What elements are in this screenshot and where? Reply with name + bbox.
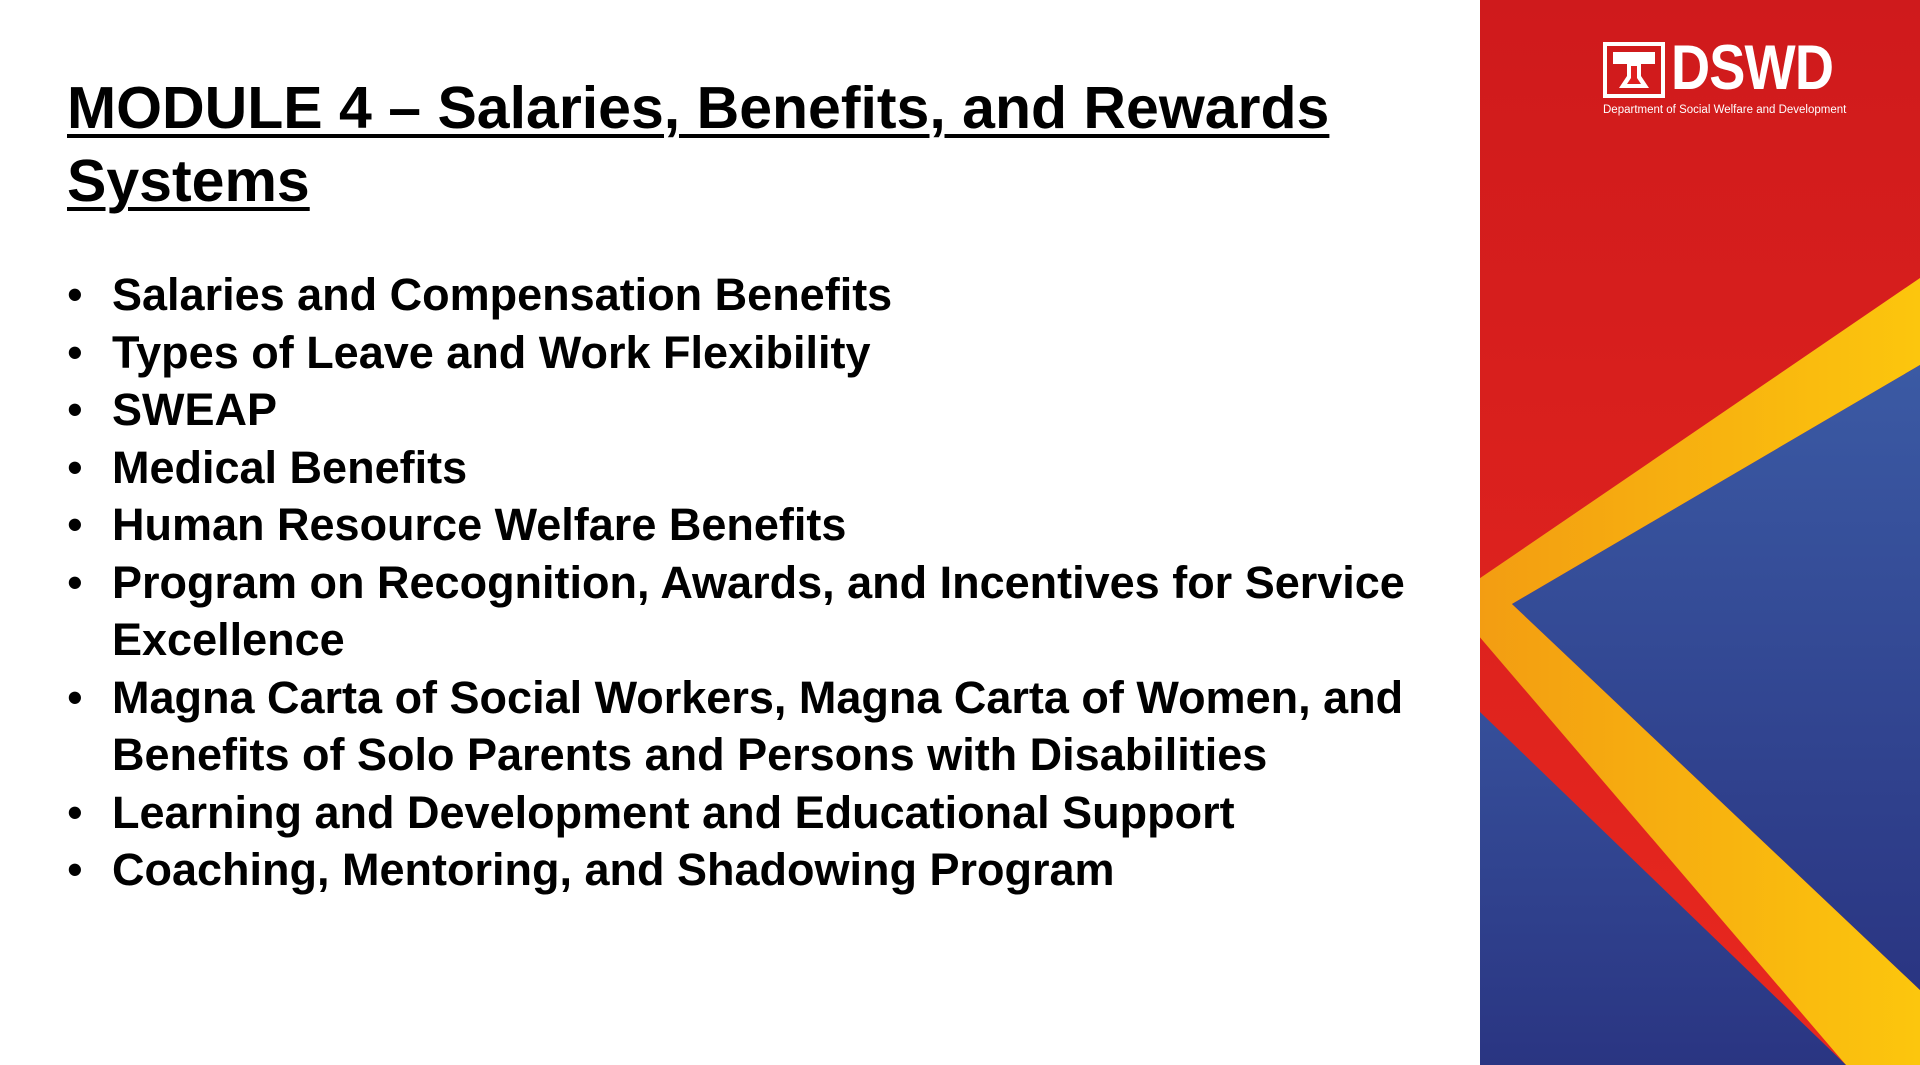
bullet-dot: •	[67, 269, 83, 320]
bullet-text: Medical Benefits	[112, 441, 468, 493]
bullet-dot: •	[67, 441, 83, 493]
bullet-text: Human Resource Welfare Benefits	[112, 499, 847, 550]
bullet-dot: •	[67, 384, 83, 435]
side-panel-graphic	[1480, 0, 1920, 1065]
bullet-dot: •	[67, 786, 83, 838]
bullet-dot: •	[67, 499, 83, 550]
bullet-text: Coaching, Mentoring, and Shadowing Progr…	[112, 844, 1115, 895]
bullet-text: Types of Leave and Work Flexibility	[112, 326, 871, 378]
bullet-text: Program on Recognition, Awards, and Ince…	[112, 556, 1405, 666]
bullet-item: • Learning and Development and Educationa…	[67, 784, 1407, 842]
bullet-item: • SWEAP	[67, 381, 1407, 439]
bullet-item: • Types of Leave and Work Flexibility	[67, 324, 1407, 382]
bullet-text: SWEAP	[112, 384, 278, 435]
bullet-item: • Salaries and Compensation Benefits	[67, 266, 1407, 324]
dswd-emblem-icon	[1603, 42, 1665, 98]
dswd-logo: DSWD Department of Social Welfare and De…	[1603, 34, 1867, 120]
bullet-dot: •	[67, 671, 83, 723]
bullet-text: Salaries and Compensation Benefits	[112, 269, 893, 320]
bullet-text: Magna Carta of Social Workers, Magna Car…	[112, 671, 1404, 781]
bullet-item: • Magna Carta of Social Workers, Magna Ca…	[67, 669, 1407, 784]
decorative-side-panel	[1480, 0, 1920, 1065]
bullet-item: • Human Resource Welfare Benefits	[67, 496, 1407, 554]
bullet-item: • Coaching, Mentoring, and Shadowing Prog…	[67, 841, 1407, 899]
bullet-dot: •	[67, 556, 83, 608]
slide: MODULE 4 – Salaries, Benefits, and Rewar…	[0, 0, 1920, 1065]
bullet-dot: •	[67, 326, 83, 378]
dswd-wordmark: DSWD	[1671, 33, 1834, 103]
bullet-text: Learning and Development and Educational…	[112, 786, 1235, 838]
dswd-subtitle: Department of Social Welfare and Develop…	[1603, 104, 1847, 116]
slide-title: MODULE 4 – Salaries, Benefits, and Rewar…	[67, 75, 1330, 214]
bullet-list: • Salaries and Compensation Benefits • Typ…	[67, 266, 1407, 899]
bullet-dot: •	[67, 844, 83, 895]
bullet-item: • Medical Benefits	[67, 439, 1407, 497]
bullet-item: • Program on Recognition, Awards, and Inc…	[67, 554, 1407, 669]
